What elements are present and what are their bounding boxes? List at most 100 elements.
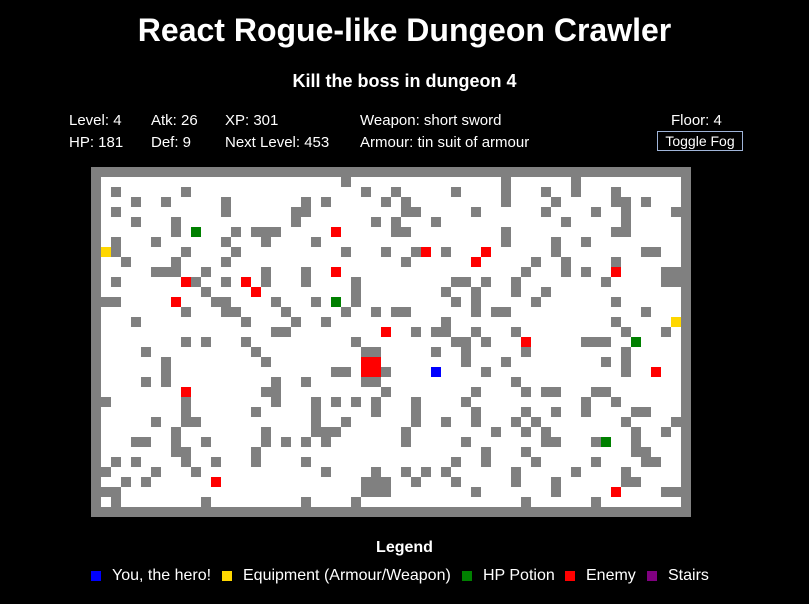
wall-tile [571, 177, 581, 187]
wall-tile [341, 367, 351, 377]
wall-tile [131, 437, 141, 447]
wall-tile [361, 377, 371, 387]
wall-tile [401, 307, 411, 317]
wall-tile [661, 327, 671, 337]
wall-tile [161, 377, 171, 387]
enemy [611, 267, 621, 277]
wall-tile [131, 217, 141, 227]
wall-tile [521, 427, 531, 437]
wall-tile [511, 327, 521, 337]
wall-tile [471, 387, 481, 397]
legend-label-enemy: Enemy [586, 567, 636, 584]
wall-tile [611, 197, 621, 207]
wall-tile [471, 327, 481, 337]
wall-tile [551, 387, 561, 397]
wall-tile [131, 317, 141, 327]
wall-tile [241, 317, 251, 327]
wall-tile [221, 207, 231, 217]
hp-potion [191, 227, 201, 237]
wall-tile [411, 407, 421, 417]
wall-tile [381, 387, 391, 397]
wall-tile [531, 297, 541, 307]
wall-tile [161, 357, 171, 367]
wall-tile [661, 487, 671, 497]
wall-tile [181, 247, 191, 257]
wall-tile [221, 307, 231, 317]
legend-title: Legend [376, 539, 433, 556]
wall-tile [671, 267, 681, 277]
wall-tile [171, 267, 181, 277]
wall-tile [611, 257, 621, 267]
wall-tile [541, 207, 551, 217]
wall-tile [621, 327, 631, 337]
next-level-stat: Next Level: 453 [225, 134, 330, 151]
wall-tile [101, 397, 111, 407]
wall-tile [571, 467, 581, 477]
enemy [521, 337, 531, 347]
wall-tile [171, 437, 181, 447]
wall-tile [311, 407, 321, 417]
wall-tile [401, 197, 411, 207]
wall-tile [461, 397, 471, 407]
wall-tile [111, 457, 121, 467]
wall-tile [561, 217, 571, 227]
wall-tile [321, 317, 331, 327]
wall-tile [361, 487, 371, 497]
wall-tile [551, 407, 561, 417]
wall-tile [581, 397, 591, 407]
wall-tile [511, 417, 521, 427]
wall-tile [671, 417, 681, 427]
wall-tile [561, 257, 571, 267]
legend: You, the hero! Equipment (Armour/Weapon)… [0, 566, 809, 586]
dungeon-map [91, 167, 691, 517]
wall-tile [501, 307, 511, 317]
wall-tile [201, 267, 211, 277]
toggle-fog-button[interactable]: Toggle Fog [657, 131, 743, 151]
wall-tile [531, 457, 541, 467]
wall-tile [531, 417, 541, 427]
wall-tile [351, 397, 361, 407]
wall-tile [221, 237, 231, 247]
wall-tile [361, 187, 371, 197]
wall-tile [491, 427, 501, 437]
wall-tile [621, 197, 631, 207]
wall-tile [351, 277, 361, 287]
wall-tile [161, 267, 171, 277]
level-stat: Level: 4 [69, 112, 122, 129]
wall-tile [591, 437, 601, 447]
wall-tile [161, 367, 171, 377]
wall-tile [511, 277, 521, 287]
wall-tile [671, 277, 681, 287]
wall-tile [141, 377, 151, 387]
wall-tile [301, 497, 311, 507]
wall-tile [311, 237, 321, 247]
wall-tile [371, 487, 381, 497]
wall-tile [541, 437, 551, 447]
wall-tile [471, 417, 481, 427]
wall-tile [451, 337, 461, 347]
wall-tile [371, 217, 381, 227]
wall-tile [401, 427, 411, 437]
wall-tile [381, 477, 391, 487]
wall-tile [511, 377, 521, 387]
wall-tile [201, 437, 211, 447]
enemy [181, 387, 191, 397]
wall-tile [151, 267, 161, 277]
wall-tile [451, 477, 461, 487]
wall-tile [301, 267, 311, 277]
wall-tile [181, 417, 191, 427]
wall-tile [301, 207, 311, 217]
wall-tile [471, 207, 481, 217]
wall-tile [261, 267, 271, 277]
enemy [421, 247, 431, 257]
equipment-item [101, 247, 111, 257]
wall-tile [391, 187, 401, 197]
wall-tile [611, 227, 621, 237]
legend-label-potion: HP Potion [483, 567, 555, 584]
wall-tile [461, 337, 471, 347]
wall-tile [141, 437, 151, 447]
wall-tile [281, 307, 291, 317]
wall-tile [271, 227, 281, 237]
wall-tile [401, 467, 411, 477]
wall-tile [451, 277, 461, 287]
